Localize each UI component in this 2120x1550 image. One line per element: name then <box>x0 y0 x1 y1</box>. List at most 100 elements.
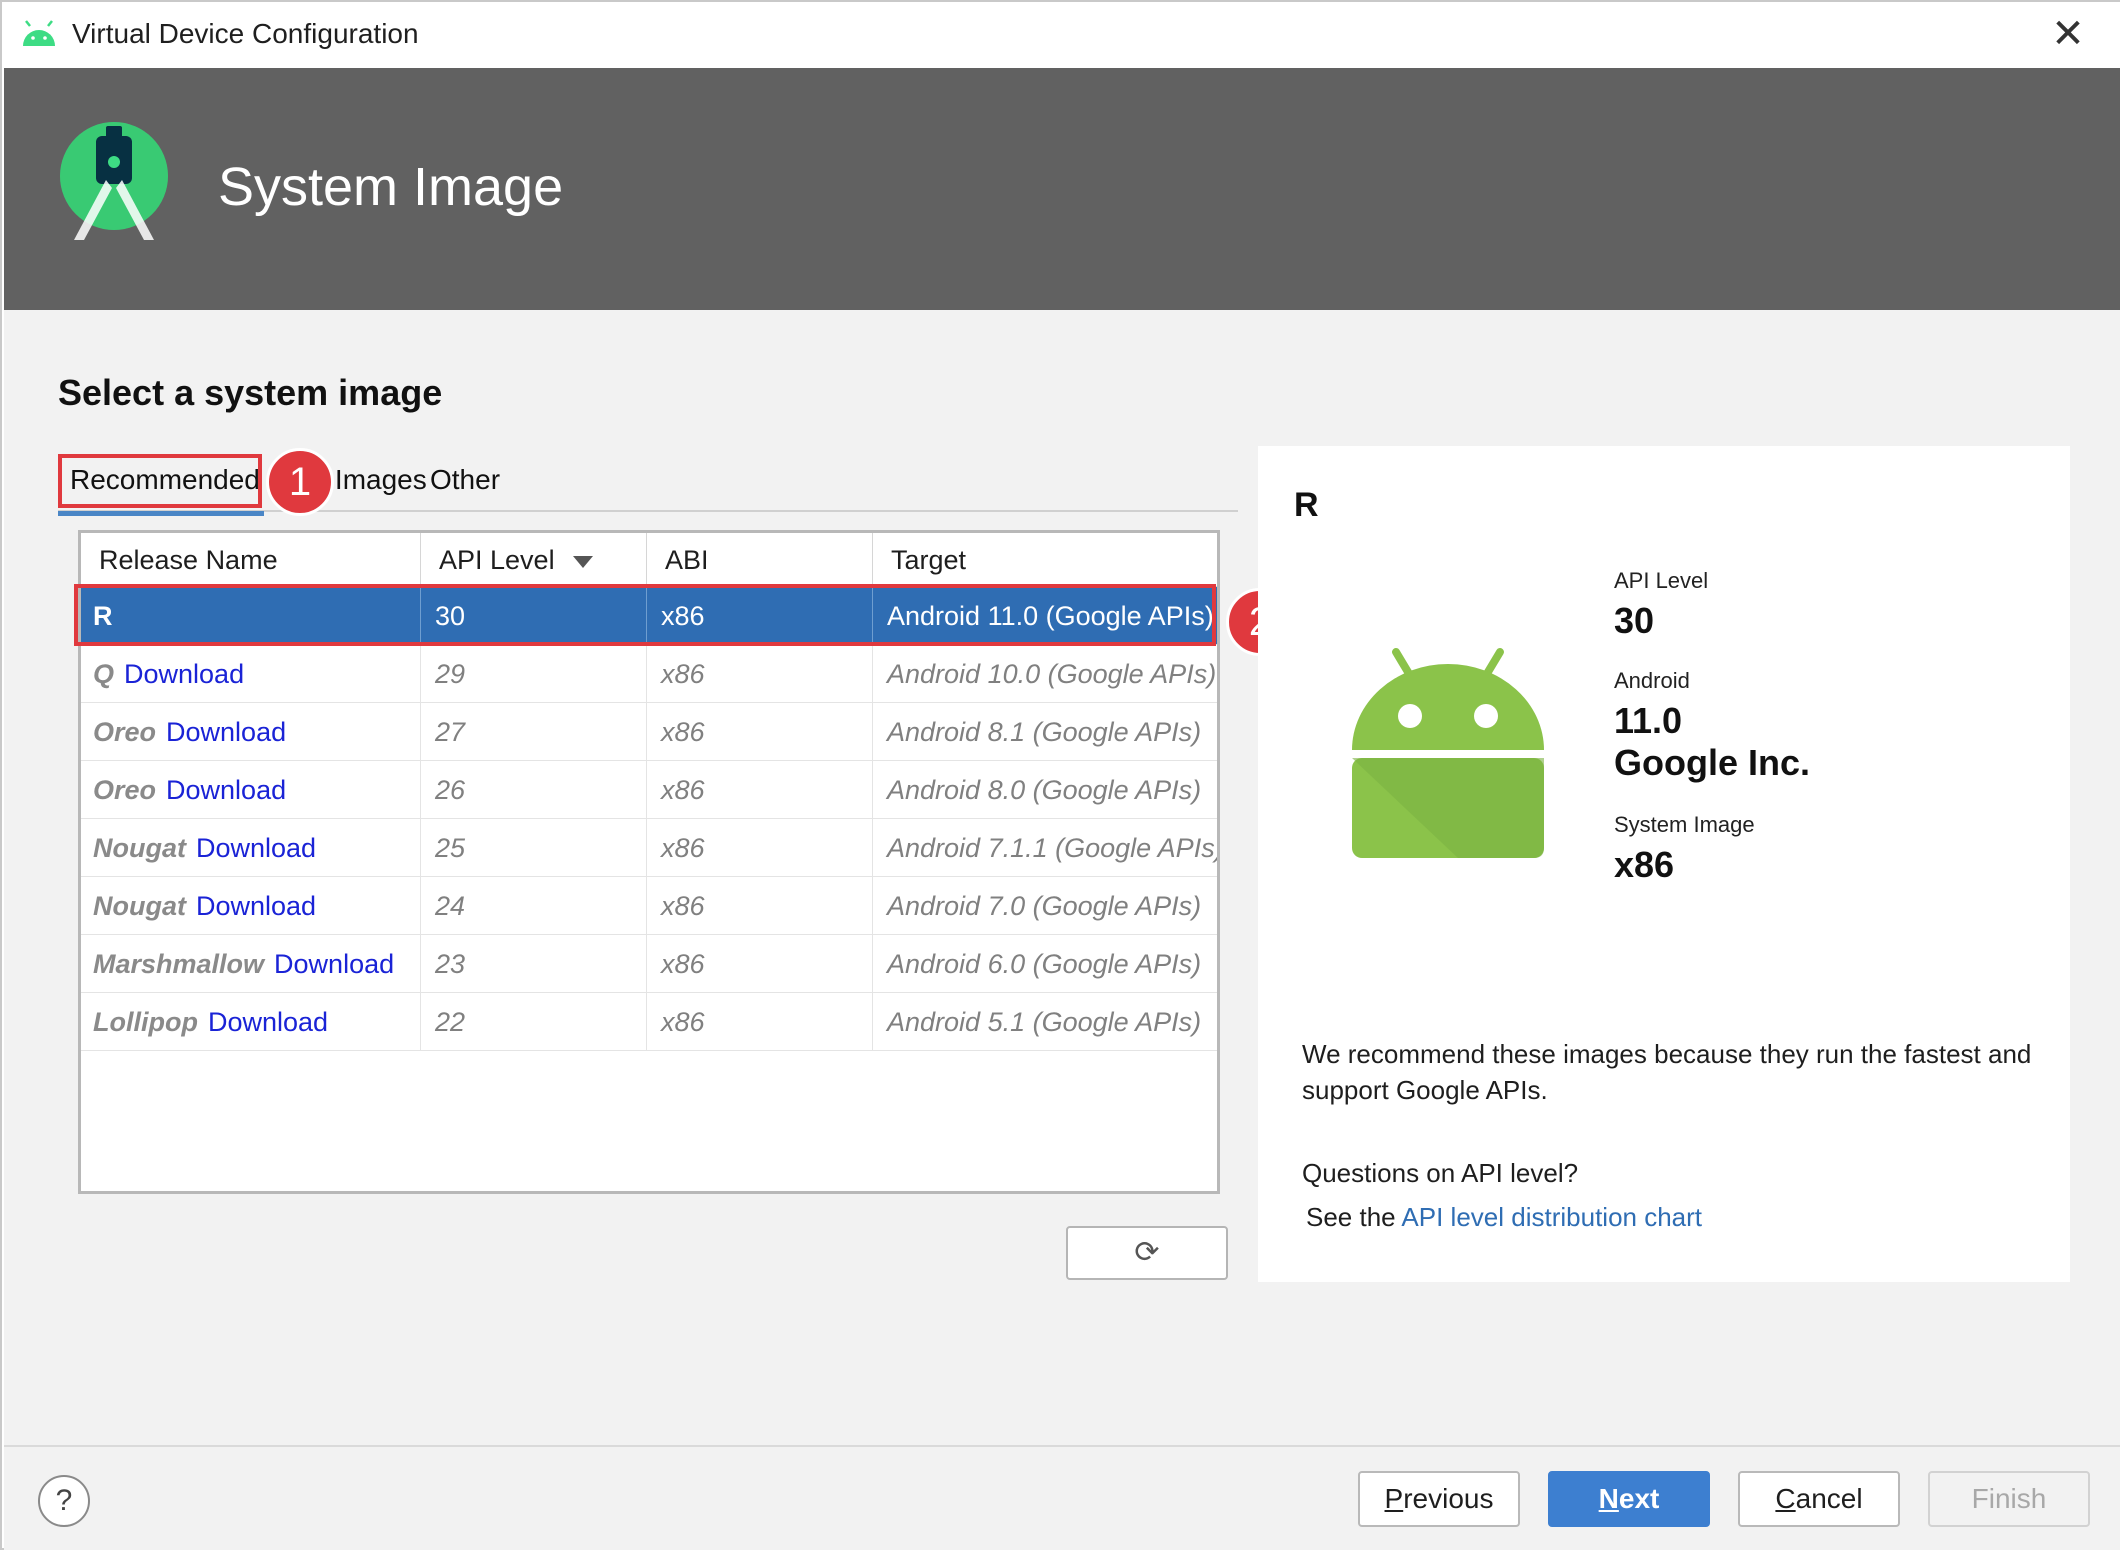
release-name: Lollipop <box>93 1007 198 1037</box>
close-icon[interactable]: ✕ <box>2042 8 2094 60</box>
api-distribution-link[interactable]: API level distribution chart <box>1401 1202 1702 1232</box>
download-link[interactable]: Download <box>166 717 286 747</box>
annotation-highlight-row <box>74 584 1216 646</box>
mnemonic: N <box>1598 1483 1619 1514</box>
table-header: Release Name API Level ABI Target <box>81 533 1217 587</box>
download-link[interactable]: Download <box>196 833 316 863</box>
cell-abi: x86 <box>647 703 873 761</box>
cell-target: Android 7.0 (Google APIs) <box>887 891 1202 921</box>
cell-target: Android 6.0 (Google APIs) <box>887 949 1202 979</box>
sort-descending-icon <box>572 555 593 568</box>
android-label: Android <box>1614 668 1690 693</box>
mnemonic: P <box>1384 1483 1404 1514</box>
table-row[interactable]: Oreo Download 27 x86 Android 8.1 (Google … <box>81 703 1217 761</box>
system-image-label: System Image <box>1614 812 1755 837</box>
android-icon <box>23 20 55 46</box>
android-version-value: 11.0 <box>1614 700 1683 741</box>
column-header-label: Release Name <box>99 545 278 575</box>
android-robot-icon <box>1352 648 1544 858</box>
cell-release-name: Oreo Download <box>81 703 421 761</box>
recommendation-text: We recommend these images because they r… <box>1302 1039 2032 1105</box>
button-label: ancel <box>1795 1483 1863 1514</box>
tab-other-images[interactable]: Other Images <box>418 450 598 555</box>
main-content: Select a system image Recommended x86 Im… <box>4 310 2120 1445</box>
section-title: Select a system image <box>58 372 443 413</box>
button-label: ext <box>1618 1483 1660 1514</box>
cell-abi: x86 <box>647 877 873 935</box>
download-link[interactable]: Download <box>166 775 286 805</box>
cell-release-name: Nougat Download <box>81 819 421 877</box>
cancel-button[interactable]: Cancel <box>1738 1471 1900 1527</box>
table-row[interactable]: Oreo Download 26 x86 Android 8.0 (Google … <box>81 761 1217 819</box>
android-studio-logo <box>60 122 168 240</box>
window-title: Virtual Device Configuration <box>72 18 419 49</box>
annotation-highlight-tab <box>58 454 262 508</box>
api-level-value: 30 <box>1614 600 1655 641</box>
table-row[interactable]: Lollipop Download 22 x86 Android 5.1 (Goo… <box>81 993 1217 1051</box>
release-name: Marshmallow <box>93 949 265 979</box>
release-name: Q <box>93 659 115 689</box>
release-name: Nougat <box>93 891 186 921</box>
cell-api-level: 26 <box>421 761 647 819</box>
column-header-abi[interactable]: ABI <box>647 533 873 587</box>
download-link[interactable]: Download <box>274 949 394 979</box>
column-header-label: API Level <box>439 545 555 575</box>
cell-api-level: 22 <box>421 993 647 1051</box>
column-header-label: ABI <box>665 545 709 575</box>
refresh-button[interactable]: ⟳ <box>1066 1226 1228 1280</box>
cell-release-name: Nougat Download <box>81 877 421 935</box>
title-bar: Virtual Device Configuration ✕ <box>2 2 2120 68</box>
cell-api-level: 23 <box>421 935 647 993</box>
release-name: Nougat <box>93 833 186 863</box>
next-button[interactable]: Next <box>1548 1471 1710 1527</box>
dialog-window: Virtual Device Configuration ✕ System Im… <box>0 0 2120 1550</box>
cell-target: Android 5.1 (Google APIs) <box>887 1007 1202 1037</box>
cell-abi: x86 <box>647 819 873 877</box>
table-row[interactable]: Marshmallow Download 23 x86 Android 6.0 (… <box>81 935 1217 993</box>
mnemonic: C <box>1775 1483 1796 1514</box>
cell-target: Android 8.0 (Google APIs) <box>887 775 1202 805</box>
help-icon[interactable]: ? <box>38 1475 90 1527</box>
cell-api-level: 25 <box>421 819 647 877</box>
cell-release-name: Q Download <box>81 645 421 703</box>
column-header-label: Target <box>891 545 967 575</box>
cell-abi: x86 <box>647 761 873 819</box>
table-row[interactable]: Nougat Download 25 x86 Android 7.1.1 (Goo… <box>81 819 1217 877</box>
column-header-target[interactable]: Target <box>873 533 1217 587</box>
table-row[interactable]: Nougat Download 24 x86 Android 7.0 (Googl… <box>81 877 1217 935</box>
cell-abi: x86 <box>647 645 873 703</box>
cell-target: Android 7.1.1 (Google APIs) <box>887 833 1217 863</box>
see-prefix: See the <box>1306 1202 1402 1232</box>
header-banner: System Image <box>4 68 2120 310</box>
table-row[interactable]: Q Download 29 x86 Android 10.0 (Google AP… <box>81 645 1217 703</box>
api-question-text: Questions on API level? <box>1302 1158 1579 1188</box>
cell-abi: x86 <box>647 935 873 993</box>
column-header-api-level[interactable]: API Level <box>421 533 647 587</box>
cell-release-name: Oreo Download <box>81 761 421 819</box>
download-link[interactable]: Download <box>196 891 316 921</box>
release-name: Oreo <box>93 775 157 805</box>
annotation-badge-1: 1 <box>266 448 334 516</box>
release-name: Oreo <box>93 717 157 747</box>
download-link[interactable]: Download <box>124 659 244 689</box>
dialog-footer: ? Previous Next Cancel Finish <box>4 1445 2120 1550</box>
previous-button[interactable]: Previous <box>1358 1471 1520 1527</box>
api-level-label: API Level <box>1614 568 1709 593</box>
vendor-value: Google Inc. <box>1614 742 1811 783</box>
cell-target: Android 10.0 (Google APIs) <box>887 659 1217 689</box>
button-label: revious <box>1403 1483 1494 1514</box>
cell-release-name: Marshmallow Download <box>81 935 421 993</box>
finish-button[interactable]: Finish <box>1928 1471 2090 1527</box>
cell-release-name: Lollipop Download <box>81 993 421 1051</box>
cell-abi: x86 <box>647 993 873 1051</box>
cell-api-level: 29 <box>421 645 647 703</box>
cell-api-level: 27 <box>421 703 647 761</box>
detail-release-name: R <box>1294 486 1319 524</box>
system-image-value: x86 <box>1614 844 1675 885</box>
download-link[interactable]: Download <box>208 1007 328 1037</box>
cell-api-level: 24 <box>421 877 647 935</box>
page-heading: System Image <box>218 157 564 217</box>
column-header-release-name[interactable]: Release Name <box>81 533 421 587</box>
see-chart-text: See the API level distribution chart <box>1306 1202 1702 1233</box>
refresh-icon: ⟳ <box>1134 1235 1160 1270</box>
